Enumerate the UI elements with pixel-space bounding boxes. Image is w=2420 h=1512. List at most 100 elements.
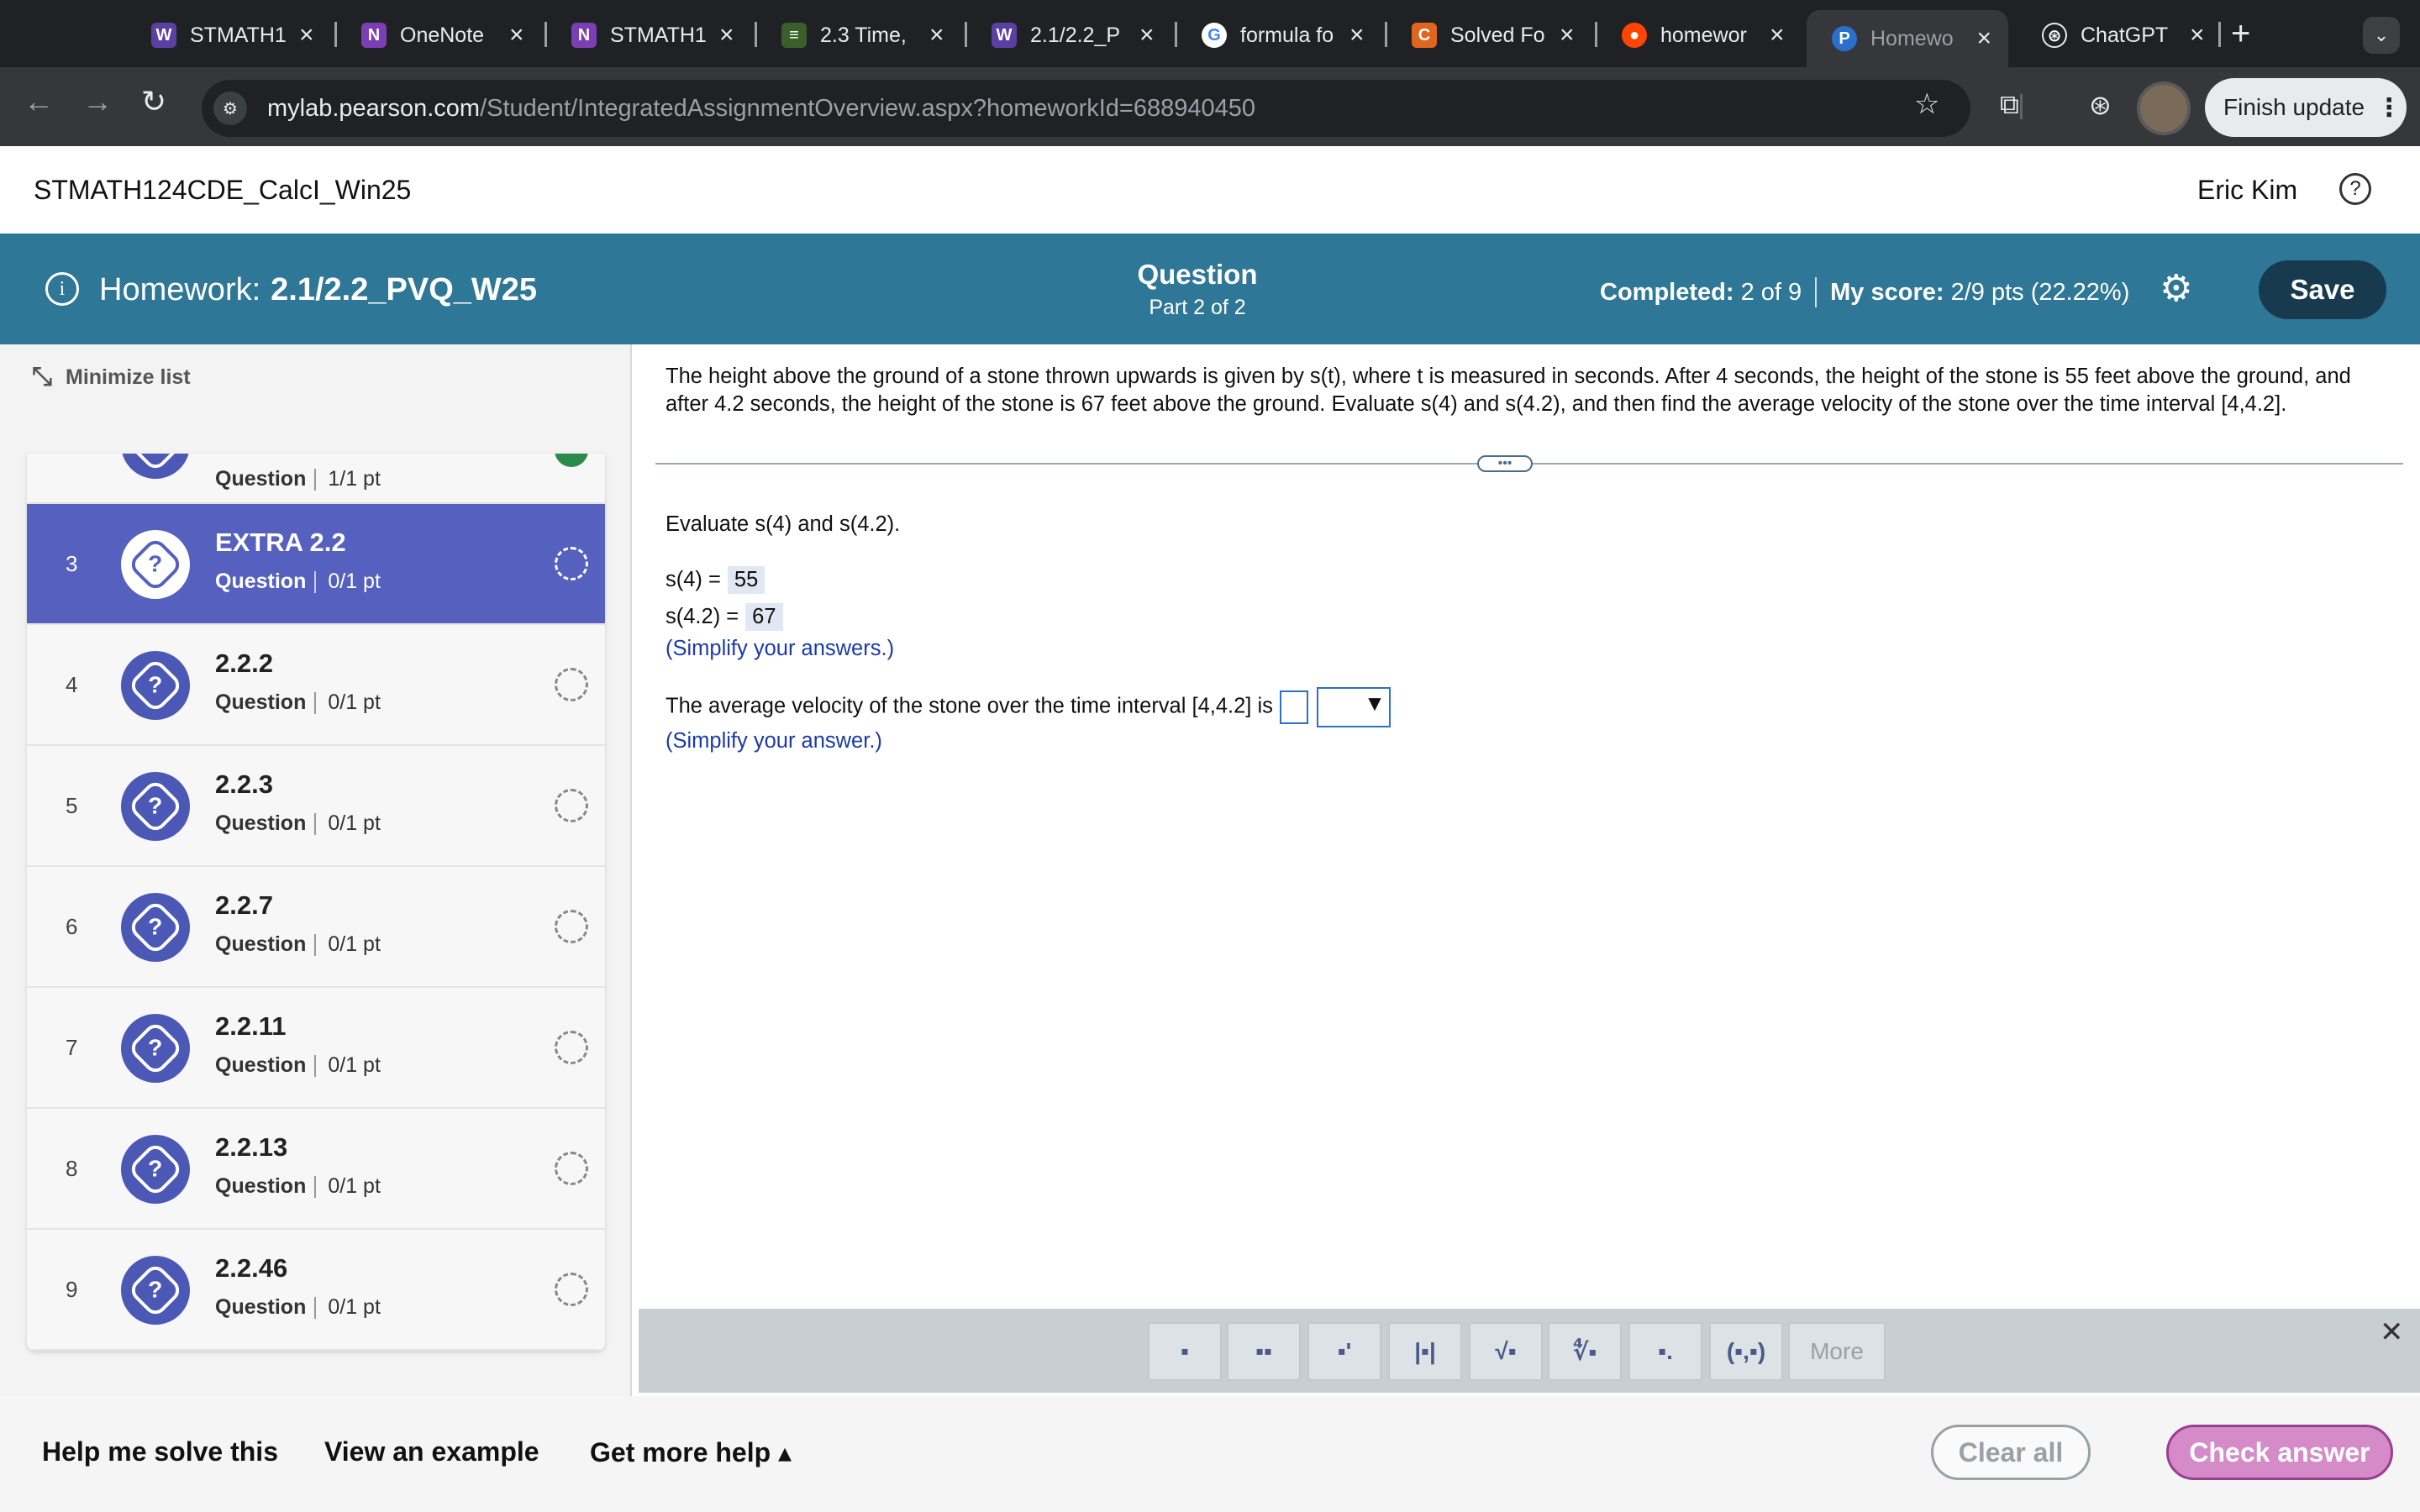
status-circle-icon <box>555 789 588 822</box>
more-button[interactable]: More <box>1788 1322 1886 1381</box>
units-dropdown[interactable]: ▼ <box>1316 687 1391 727</box>
question-list-item[interactable]: 6 ? 2.2.7 Question 0/1 pt <box>27 867 605 988</box>
question-meta: Question 0/1 pt <box>215 1295 381 1320</box>
extensions-icon[interactable]: ⧉ <box>2000 89 2019 121</box>
completed-label: Completed: <box>1600 278 1734 306</box>
question-icon: ? <box>121 651 190 720</box>
question-meta: Question 0/1 pt <box>215 1174 381 1199</box>
url-text[interactable]: mylab.pearson.com/Student/IntegratedAssi… <box>267 95 1255 123</box>
tab-time[interactable]: ≡ 2.3 Time, × <box>756 12 961 59</box>
tab-homework-webassign[interactable]: W 2.1/2.2_P × <box>966 12 1171 59</box>
tab-label: 2.1/2.2_P <box>1030 23 1121 47</box>
score-label: My score: <box>1830 278 1944 306</box>
question-list-item[interactable]: 4 ? 2.2.2 Question 0/1 pt <box>27 625 605 746</box>
question-icon: ? <box>121 1135 190 1204</box>
average-velocity-input[interactable] <box>1279 690 1308 724</box>
close-icon[interactable]: × <box>2190 21 2205 50</box>
question-meta: Question 0/1 pt <box>215 811 381 836</box>
tab-chegg[interactable]: C Solved Fo × <box>1386 12 1591 59</box>
new-tab-icon[interactable]: + <box>2231 15 2250 53</box>
close-icon[interactable]: × <box>1770 21 1785 50</box>
save-button[interactable]: Save <box>2259 260 2386 319</box>
close-icon[interactable]: ✕ <box>2380 1315 2404 1349</box>
tab-label: STMATH1 <box>610 23 707 47</box>
close-icon[interactable]: × <box>719 21 734 50</box>
status-circle-icon <box>555 910 588 943</box>
help-me-solve-link[interactable]: Help me solve this <box>42 1436 278 1467</box>
tab-label: OneNote <box>400 23 485 47</box>
tab-label: Homewo <box>1870 26 1954 50</box>
interval-icon[interactable]: (▪,▪) <box>1709 1322 1783 1381</box>
webassign-icon: W <box>992 23 1017 48</box>
fraction-icon[interactable]: ▪ <box>1148 1322 1222 1381</box>
tab-onenote[interactable]: N OneNote × <box>336 12 541 59</box>
absolute-value-icon[interactable]: |▪| <box>1388 1322 1462 1381</box>
homework-bar: i Homework: 2.1/2.2_PVQ_W25 Question Part… <box>0 234 2420 344</box>
expand-handle-icon[interactable]: ••• <box>1477 455 1533 472</box>
question-meta: Question 0/1 pt <box>215 570 381 594</box>
score-value: 2/9 pts (22.22%) <box>1950 278 2130 306</box>
chatgpt-extension-icon[interactable]: ⊛ <box>2089 89 2112 121</box>
nth-root-icon[interactable]: ∜▪ <box>1548 1322 1622 1381</box>
part1-heading: Evaluate s(4) and s(4.2). <box>666 512 901 536</box>
user-name[interactable]: Eric Kim <box>2197 175 2297 206</box>
mixed-number-icon[interactable]: ▪▪ <box>1227 1322 1301 1381</box>
decimal-icon[interactable]: ▪. <box>1628 1322 1702 1381</box>
question-list-item[interactable]: 8 ? 2.2.13 Question 0/1 pt <box>27 1109 605 1230</box>
square-root-icon[interactable]: √▪ <box>1469 1322 1543 1381</box>
completed-check-icon <box>555 454 588 467</box>
profile-avatar[interactable] <box>2137 81 2191 135</box>
question-number: 6 <box>66 914 78 939</box>
info-icon[interactable]: i <box>45 272 79 306</box>
help-icon[interactable]: ? <box>2339 173 2371 205</box>
tab-label: Solved Fo <box>1450 23 1545 47</box>
close-icon[interactable]: × <box>929 21 944 50</box>
s4-label: s(4) = <box>666 568 721 591</box>
question-list-item[interactable]: 9 ? 2.2.46 Question 0/1 pt <box>27 1230 605 1351</box>
tab-reddit[interactable]: ● homewor × <box>1597 12 1802 59</box>
question-part: Part 2 of 2 <box>1149 296 1246 319</box>
chatgpt-icon: ⊛ <box>2042 23 2067 48</box>
close-icon[interactable]: × <box>509 21 524 50</box>
tab-stmath-2[interactable]: N STMATH1 × <box>546 12 751 59</box>
question-list-item[interactable]: ? Question1/1 pt <box>27 454 605 504</box>
tab-pearson-homework[interactable]: P Homewo × <box>1807 10 2008 67</box>
clear-all-button[interactable]: Clear all <box>1931 1425 2091 1480</box>
close-icon[interactable]: × <box>1349 21 1365 50</box>
google-icon: G <box>1202 23 1227 48</box>
question-name: 2.2.2 <box>215 648 273 678</box>
back-arrow-icon[interactable]: ← <box>24 84 54 119</box>
toolbar-separator <box>2020 94 2023 119</box>
close-icon[interactable]: × <box>1976 24 1991 53</box>
tab-stmath-1[interactable]: W STMATH1 × <box>126 12 331 59</box>
average-velocity-text: The average velocity of the stone over t… <box>666 694 1273 718</box>
address-bar[interactable]: ⚙ mylab.pearson.com/Student/IntegratedAs… <box>202 80 1970 137</box>
url-host: mylab.pearson.com <box>267 94 481 122</box>
question-list-item[interactable]: 3 ? EXTRA 2.2 Question 0/1 pt <box>27 504 605 625</box>
check-answer-button[interactable]: Check answer <box>2166 1425 2393 1480</box>
s42-row: s(4.2) = 67 <box>666 603 783 631</box>
tab-search-icon[interactable]: ⌄ <box>2363 17 2400 54</box>
exponent-icon[interactable]: ▪' <box>1307 1322 1381 1381</box>
close-icon[interactable]: × <box>1139 21 1155 50</box>
site-settings-icon[interactable]: ⚙ <box>213 92 247 125</box>
question-list-item[interactable]: 5 ? 2.2.3 Question 0/1 pt <box>27 746 605 867</box>
tab-google[interactable]: G formula fo × <box>1176 12 1381 59</box>
close-icon[interactable]: × <box>1560 21 1575 50</box>
forward-arrow-icon[interactable]: → <box>82 84 113 119</box>
finish-update-button[interactable]: Finish update ⋮ <box>2205 78 2407 137</box>
finish-update-label: Finish update <box>2223 94 2365 120</box>
question-name: EXTRA 2.2 <box>215 528 346 557</box>
get-more-help-link[interactable]: Get more help ▴ <box>590 1436 792 1468</box>
question-icon: ? <box>121 772 190 841</box>
close-icon[interactable]: × <box>299 21 314 50</box>
question-list-item[interactable]: 7 ? 2.2.11 Question 0/1 pt <box>27 988 605 1109</box>
view-example-link[interactable]: View an example <box>324 1436 539 1467</box>
tab-chatgpt[interactable]: ⊛ ChatGPT × <box>2017 12 2222 59</box>
gear-icon[interactable]: ⚙ <box>2160 267 2192 310</box>
reload-icon[interactable]: ↻ <box>141 84 166 119</box>
minimize-list-button[interactable]: ⤡ Minimize list <box>32 363 191 391</box>
question-number: 9 <box>66 1277 78 1302</box>
pearson-icon: P <box>1832 26 1857 51</box>
bookmark-star-icon[interactable]: ☆ <box>1914 87 1939 121</box>
